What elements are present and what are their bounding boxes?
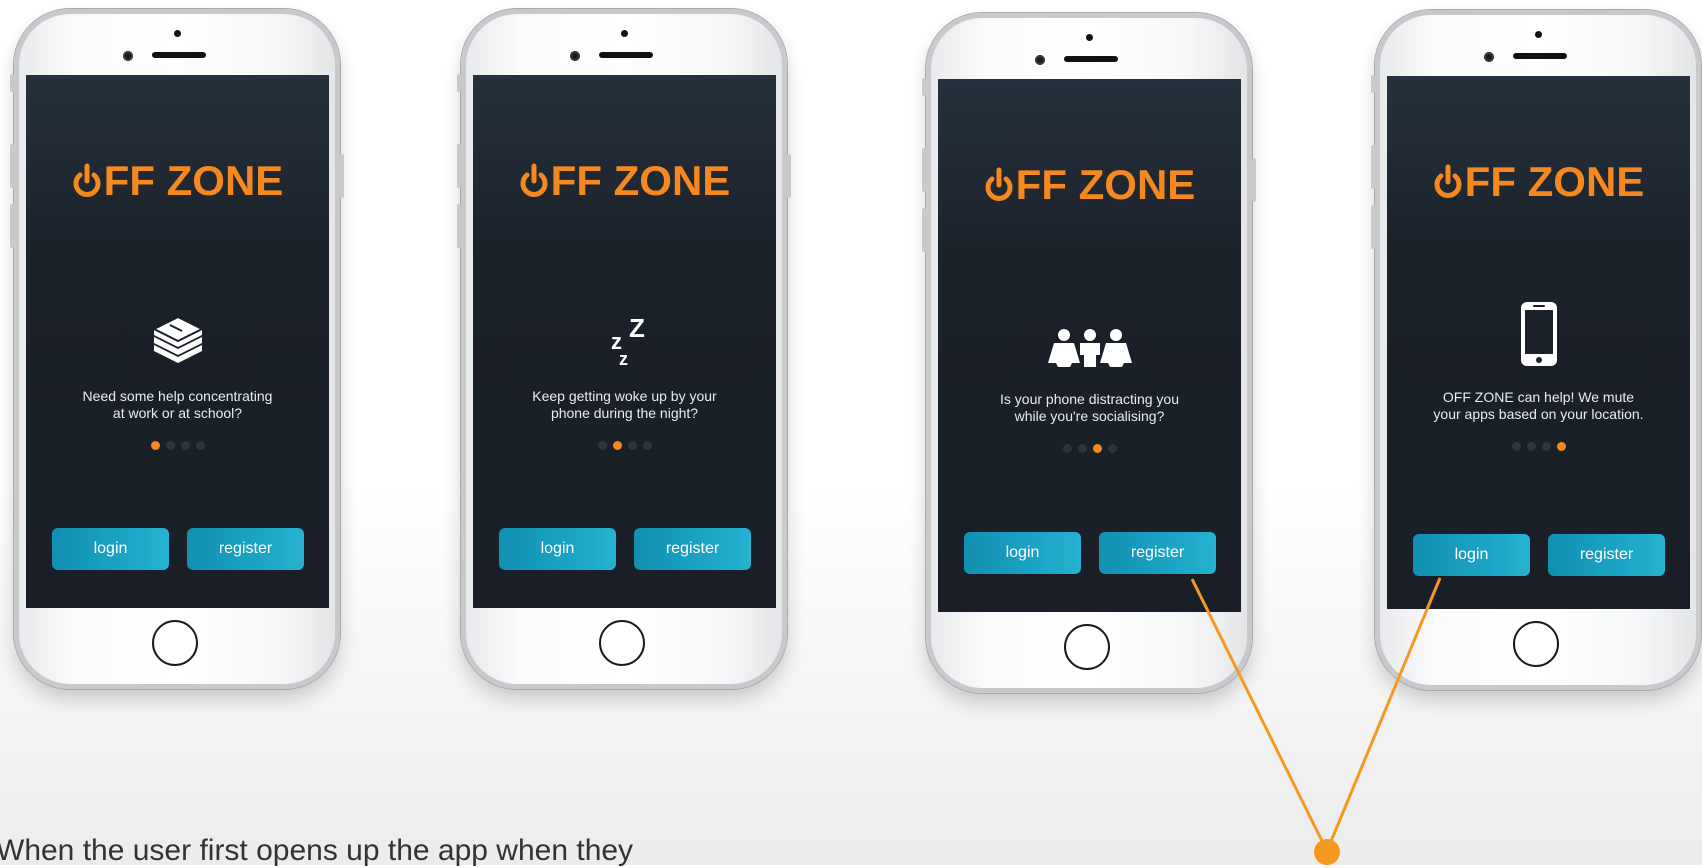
connector-line-register	[1190, 578, 1329, 852]
connector-line-login	[1325, 577, 1442, 852]
connector-node	[1314, 839, 1340, 865]
connector-lines	[1190, 577, 1442, 865]
description-text: When the user first opens up the app whe…	[0, 834, 634, 867]
